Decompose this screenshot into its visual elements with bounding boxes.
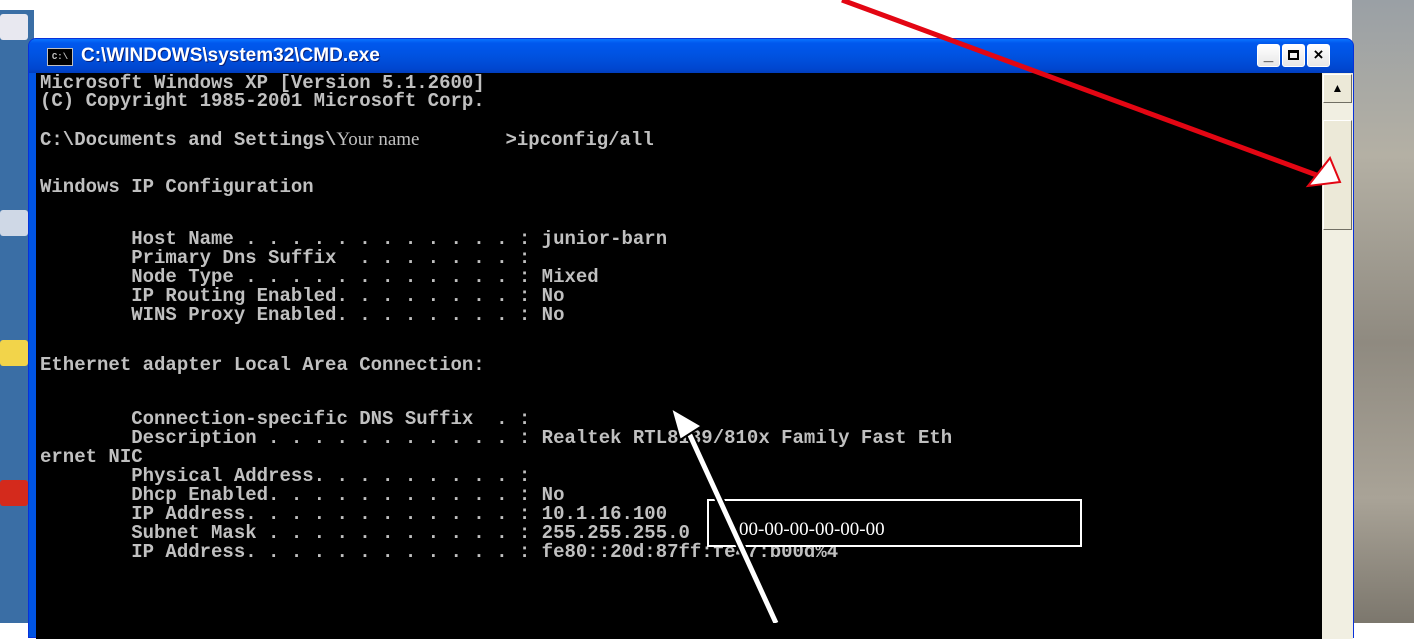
maximize-icon: [1288, 50, 1299, 60]
console-line: (C) Copyright 1985-2001 Microsoft Corp.: [40, 90, 485, 112]
console-output[interactable]: Microsoft Windows XP [Version 5.1.2600] …: [36, 73, 1322, 639]
scroll-up-arrow-icon[interactable]: ▲: [1323, 74, 1352, 103]
console-line: Connection-specific DNS Suffix . :: [40, 408, 531, 430]
prompt-path: C:\Documents and Settings\: [40, 129, 337, 151]
desktop-top-strip: [0, 0, 1414, 10]
desktop-icon-1[interactable]: [0, 14, 30, 40]
console-line: Dhcp Enabled. . . . . . . . . . . : No: [40, 484, 565, 506]
console-line: Description . . . . . . . . . . . : Real…: [40, 427, 953, 449]
console-line: Primary Dns Suffix . . . . . . . :: [40, 247, 531, 269]
console-line: Windows IP Configuration: [40, 176, 314, 198]
desktop-wallpaper-right: [1352, 0, 1414, 623]
command-text: >ipconfig/all: [505, 129, 654, 151]
console-line: Node Type . . . . . . . . . . . . : Mixe…: [40, 266, 599, 288]
console-line: ernet NIC: [40, 446, 143, 468]
cmd-icon[interactable]: C:\: [47, 48, 73, 66]
console-line: Physical Address. . . . . . . . . :: [40, 465, 531, 487]
user-name: Your name: [336, 129, 420, 150]
console-line: Ethernet adapter Local Area Connection:: [40, 354, 485, 376]
desktop-icon-3[interactable]: [0, 340, 30, 366]
title-bar[interactable]: C:\ C:\WINDOWS\system32\CMD.exe _ ×: [29, 39, 1353, 73]
desktop-icon-2[interactable]: [0, 210, 30, 236]
minimize-button[interactable]: _: [1257, 44, 1280, 67]
console-line: Subnet Mask . . . . . . . . . . . : 255.…: [40, 522, 690, 544]
console-line: IP Routing Enabled. . . . . . . . : No: [40, 285, 565, 307]
cmd-window[interactable]: C:\ C:\WINDOWS\system32\CMD.exe _ × Micr…: [28, 38, 1354, 639]
vertical-scrollbar[interactable]: ▲: [1322, 73, 1353, 639]
maximize-button[interactable]: [1282, 44, 1305, 67]
console-line: WINS Proxy Enabled. . . . . . . . : No: [40, 304, 565, 326]
physical-address-value: 00-00-00-00-00-00: [739, 519, 885, 540]
close-button[interactable]: ×: [1307, 44, 1330, 67]
desktop-icon-4[interactable]: [0, 480, 30, 506]
window-title: C:\WINDOWS\system32\CMD.exe: [81, 45, 380, 66]
console-line: IP Address. . . . . . . . . . . . : 10.1…: [40, 503, 668, 525]
console-line: Host Name . . . . . . . . . . . . : juni…: [40, 228, 668, 250]
prompt-line: C:\Documents and Settings\Your name >ipco…: [40, 129, 654, 151]
scroll-thumb[interactable]: [1323, 120, 1352, 230]
